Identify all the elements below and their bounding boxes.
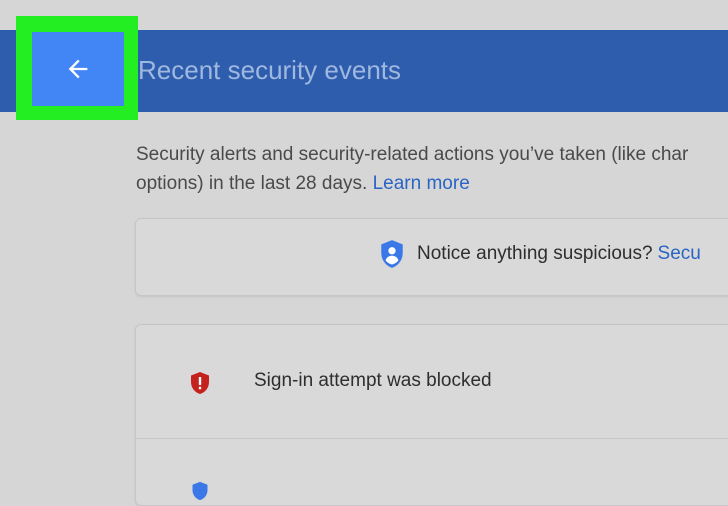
shield-icon	[190, 481, 210, 501]
security-checkup-link[interactable]: Secu	[658, 243, 701, 265]
events-card: Sign-in attempt was blocked	[135, 324, 728, 506]
notice-text: Notice anything suspicious?	[417, 243, 653, 264]
notice-card: Notice anything suspicious? Secu	[135, 218, 728, 296]
description-line-2: options) in the last 28 days. Learn more	[136, 169, 728, 198]
page-description: Security alerts and security-related act…	[136, 140, 728, 198]
event-row[interactable]: Sign-in attempt was blocked	[136, 325, 728, 439]
learn-more-link[interactable]: Learn more	[373, 173, 470, 194]
arrow-back-icon	[64, 55, 92, 83]
description-line-1: Security alerts and security-related act…	[136, 144, 689, 165]
page-title: Recent security events	[138, 55, 402, 85]
description-line-2-text: options) in the last 28 days.	[136, 173, 368, 194]
shield-alert-icon	[189, 371, 211, 395]
shield-person-icon	[379, 239, 405, 269]
notice-row: Notice anything suspicious? Secu	[379, 239, 701, 269]
back-button[interactable]	[32, 32, 124, 106]
event-text: Sign-in attempt was blocked	[254, 370, 492, 391]
